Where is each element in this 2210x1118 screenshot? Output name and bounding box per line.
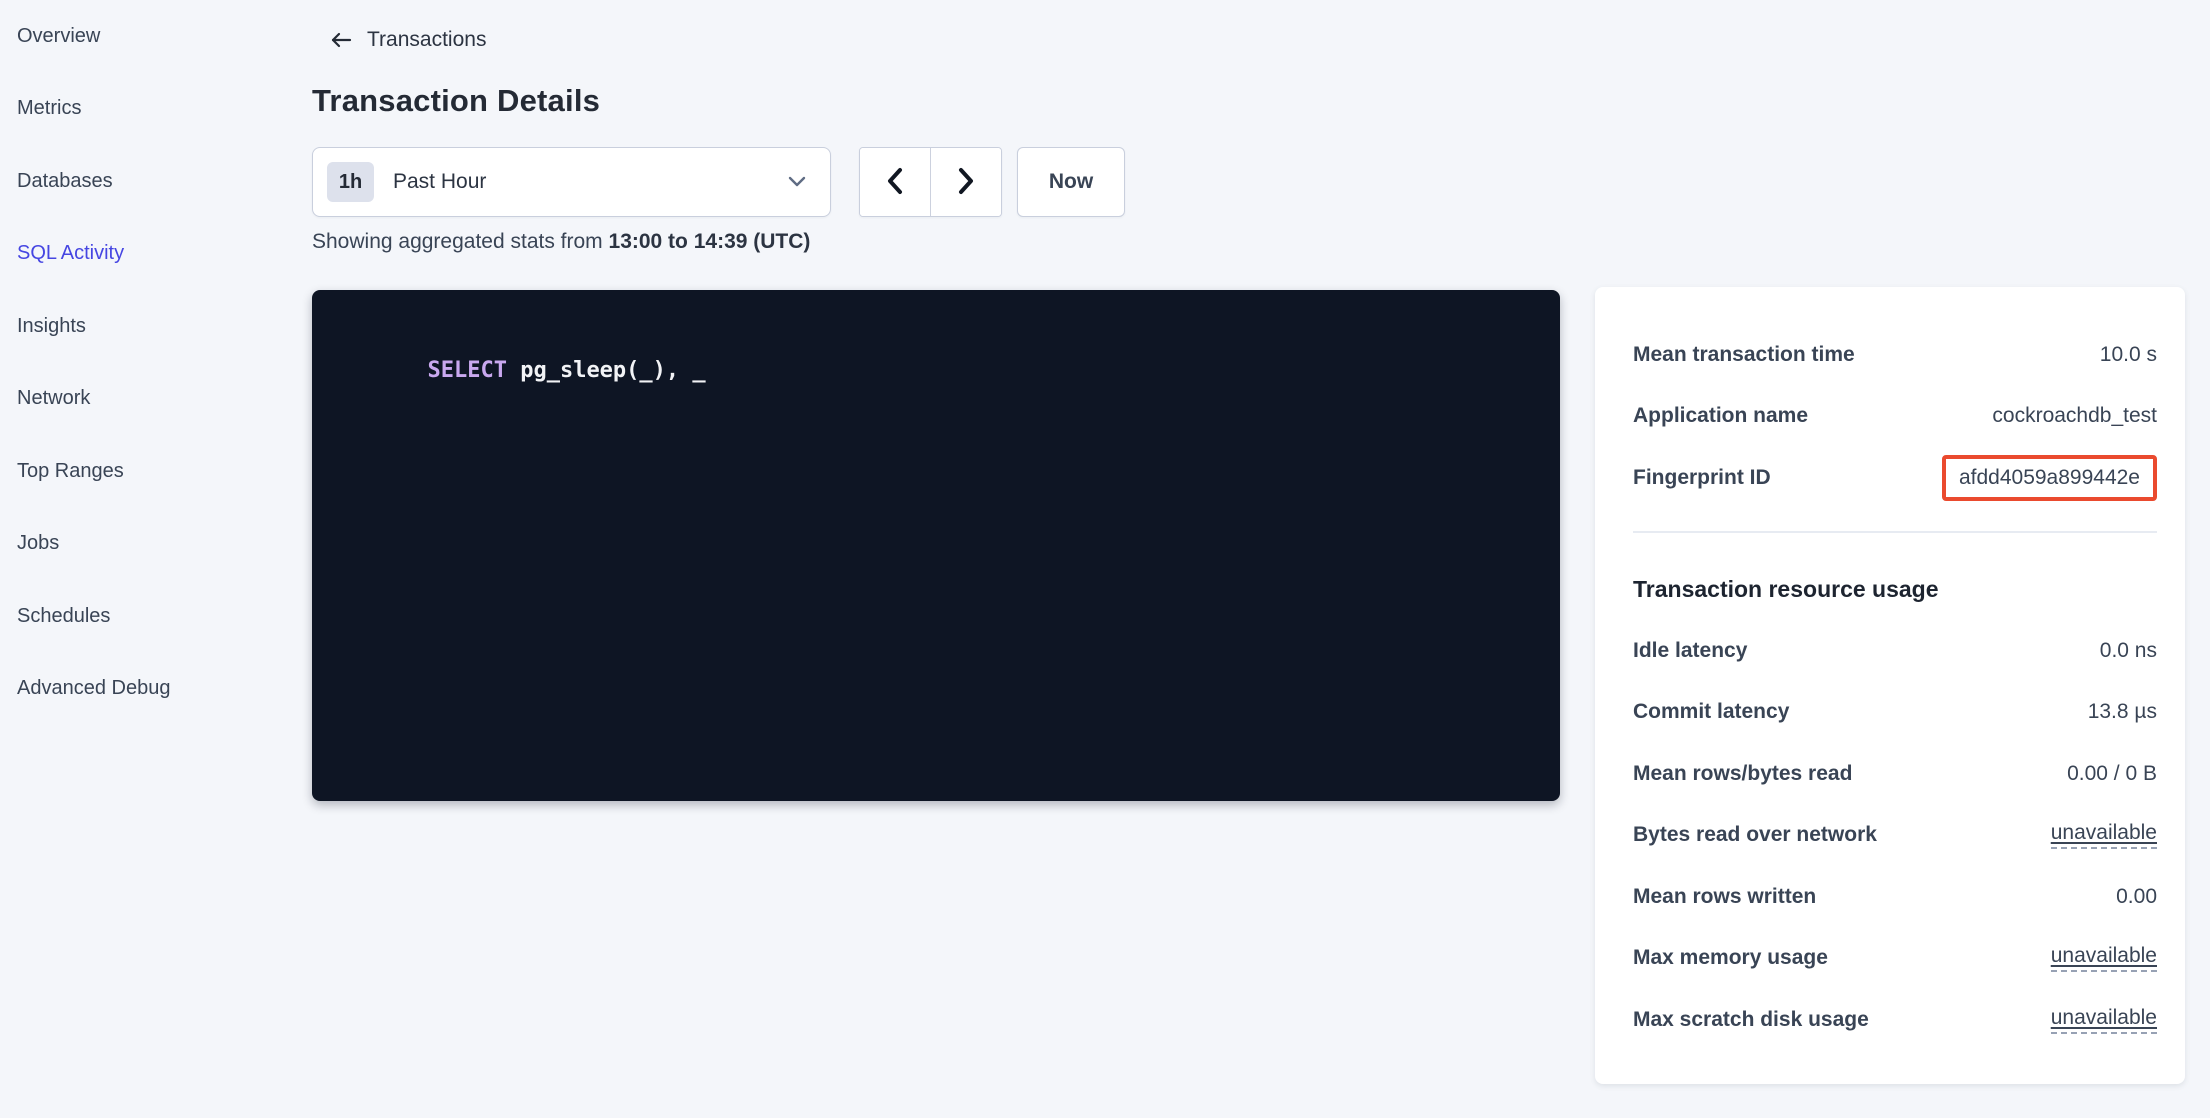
detail-row-idle-latency: Idle latency 0.0 ns bbox=[1633, 620, 2157, 682]
prev-range-button[interactable] bbox=[860, 148, 930, 216]
aggregated-stats-status: Showing aggregated stats from 13:00 to 1… bbox=[312, 230, 810, 254]
detail-label: Max scratch disk usage bbox=[1633, 1008, 1881, 1032]
sidebar-item-databases[interactable]: Databases bbox=[0, 145, 310, 218]
detail-label: Mean transaction time bbox=[1633, 343, 1867, 367]
detail-label: Commit latency bbox=[1633, 700, 1801, 724]
sidebar-item-insights[interactable]: Insights bbox=[0, 290, 310, 363]
detail-label: Mean rows/bytes read bbox=[1633, 762, 1864, 786]
detail-label: Max memory usage bbox=[1633, 946, 1840, 970]
detail-row-max-memory-usage: Max memory usage unavailable bbox=[1633, 928, 2157, 990]
sidebar-item-top-ranges[interactable]: Top Ranges bbox=[0, 435, 310, 508]
sidebar-item-schedules[interactable]: Schedules bbox=[0, 580, 310, 653]
time-range-arrows bbox=[859, 147, 1002, 217]
detail-row-application-name: Application name cockroachdb_test bbox=[1633, 386, 2157, 448]
chevron-left-icon bbox=[884, 166, 906, 199]
breadcrumb[interactable]: Transactions bbox=[329, 26, 486, 54]
time-range-dropdown[interactable]: 1h Past Hour bbox=[312, 147, 831, 217]
detail-row-fingerprint-id: Fingerprint ID afdd4059a899442e bbox=[1633, 447, 2157, 509]
sidebar-item-advanced-debug[interactable]: Advanced Debug bbox=[0, 653, 310, 726]
resource-usage-heading: Transaction resource usage bbox=[1633, 559, 2157, 621]
back-arrow-icon bbox=[329, 30, 353, 50]
detail-value: 0.00 / 0 B bbox=[2067, 762, 2157, 786]
detail-value: cockroachdb_test bbox=[1992, 404, 2157, 428]
detail-label: Idle latency bbox=[1633, 639, 1759, 663]
sidebar-item-sql-activity[interactable]: SQL Activity bbox=[0, 218, 310, 291]
sidebar-item-metrics[interactable]: Metrics bbox=[0, 73, 310, 146]
status-range: 13:00 to 14:39 (UTC) bbox=[609, 230, 811, 253]
app-window: Overview Metrics Databases SQL Activity … bbox=[0, 0, 2210, 1118]
sql-statement-box: SELECT pg_sleep(_), _ bbox=[312, 290, 1560, 801]
unavailable-tooltip-trigger[interactable]: unavailable bbox=[2051, 944, 2157, 972]
card-divider bbox=[1633, 531, 2157, 533]
unavailable-tooltip-trigger[interactable]: unavailable bbox=[2051, 821, 2157, 849]
detail-value: 0.0 ns bbox=[2100, 639, 2157, 663]
status-prefix: Showing aggregated stats from bbox=[312, 230, 609, 253]
sidebar: Overview Metrics Databases SQL Activity … bbox=[0, 0, 310, 1118]
sql-body: pg_sleep(_), _ bbox=[507, 358, 706, 383]
page-title: Transaction Details bbox=[312, 83, 600, 119]
sql-statement: SELECT pg_sleep(_), _ bbox=[348, 332, 1530, 410]
detail-label: Mean rows written bbox=[1633, 885, 1828, 909]
detail-value: 10.0 s bbox=[2100, 343, 2157, 367]
detail-value: 13.8 µs bbox=[2088, 700, 2157, 724]
detail-label: Application name bbox=[1633, 404, 1820, 428]
time-range-label: Past Hour bbox=[393, 170, 486, 194]
detail-row-mean-rows-written: Mean rows written 0.00 bbox=[1633, 866, 2157, 928]
time-range-badge: 1h bbox=[327, 162, 374, 202]
sidebar-item-overview[interactable]: Overview bbox=[0, 0, 310, 73]
sidebar-item-jobs[interactable]: Jobs bbox=[0, 508, 310, 581]
chevron-down-icon bbox=[786, 175, 808, 189]
unavailable-tooltip-trigger[interactable]: unavailable bbox=[2051, 1006, 2157, 1034]
detail-row-bytes-read-over-network: Bytes read over network unavailable bbox=[1633, 805, 2157, 867]
detail-row-mean-rows-bytes-read: Mean rows/bytes read 0.00 / 0 B bbox=[1633, 743, 2157, 805]
fingerprint-id-highlight-box: afdd4059a899442e bbox=[1942, 455, 2157, 501]
detail-row-commit-latency: Commit latency 13.8 µs bbox=[1633, 682, 2157, 744]
transaction-details-card: Mean transaction time 10.0 s Application… bbox=[1595, 287, 2185, 1084]
detail-row-max-scratch-disk-usage: Max scratch disk usage unavailable bbox=[1633, 989, 2157, 1051]
detail-label: Bytes read over network bbox=[1633, 823, 1889, 847]
next-range-button[interactable] bbox=[930, 148, 1001, 216]
detail-value: 0.00 bbox=[2116, 885, 2157, 909]
now-button[interactable]: Now bbox=[1017, 147, 1125, 217]
breadcrumb-label: Transactions bbox=[367, 28, 486, 52]
detail-label: Fingerprint ID bbox=[1633, 466, 1783, 490]
detail-row-mean-transaction-time: Mean transaction time 10.0 s bbox=[1633, 324, 2157, 386]
sidebar-item-network[interactable]: Network bbox=[0, 363, 310, 436]
chevron-right-icon bbox=[955, 166, 977, 199]
sql-keyword: SELECT bbox=[427, 358, 506, 383]
